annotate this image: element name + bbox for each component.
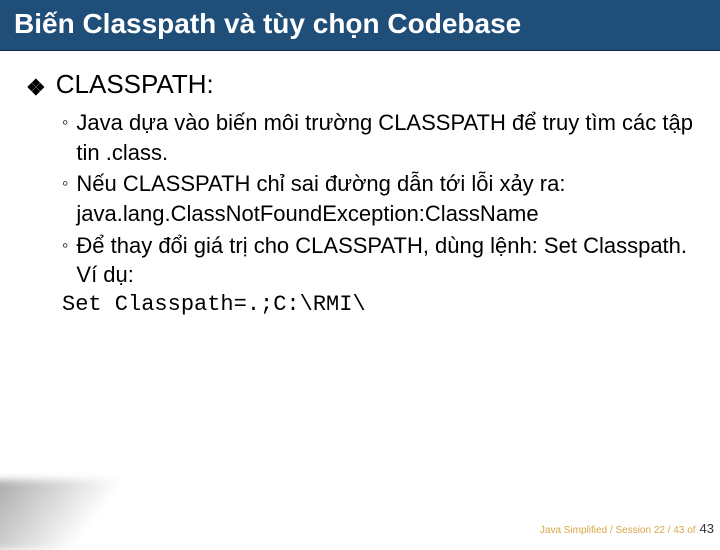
ring-bullet-icon: ◦: [62, 169, 68, 198]
page-number: 43: [700, 521, 714, 536]
list-item: ◦ Để thay đổi giá trị cho CLASSPATH, dùn…: [62, 231, 694, 290]
heading-text: CLASSPATH:: [56, 69, 214, 100]
slide-title: Biến Classpath và tùy chọn Codebase: [14, 8, 521, 39]
slide-title-bar: Biến Classpath và tùy chọn Codebase: [0, 0, 720, 51]
slide-footer: Java Simplified / Session 22 / 43 of 43: [540, 521, 714, 536]
list-item: ◦ Java dựa vào biến môi trường CLASSPATH…: [62, 108, 694, 167]
list-item-text: Để thay đổi giá trị cho CLASSPATH, dùng …: [76, 231, 694, 290]
footer-text: Java Simplified / Session 22 / 43 of: [540, 525, 696, 536]
slide-content: ❖ CLASSPATH: ◦ Java dựa vào biến môi trư…: [0, 51, 720, 317]
heading-bullet-icon: ❖: [26, 77, 46, 99]
list-item: ◦ Nếu CLASSPATH chỉ sai đường dẫn tới lỗ…: [62, 169, 694, 228]
list-item-text: Java dựa vào biến môi trường CLASSPATH đ…: [76, 108, 694, 167]
ring-bullet-icon: ◦: [62, 108, 68, 137]
heading-row: ❖ CLASSPATH:: [26, 69, 694, 100]
list-item-text: Nếu CLASSPATH chỉ sai đường dẫn tới lỗi …: [76, 169, 694, 228]
code-example: Set Classpath=.;C:\RMI\: [26, 292, 694, 317]
bullet-list: ◦ Java dựa vào biến môi trường CLASSPATH…: [26, 108, 694, 290]
ring-bullet-icon: ◦: [62, 231, 68, 260]
